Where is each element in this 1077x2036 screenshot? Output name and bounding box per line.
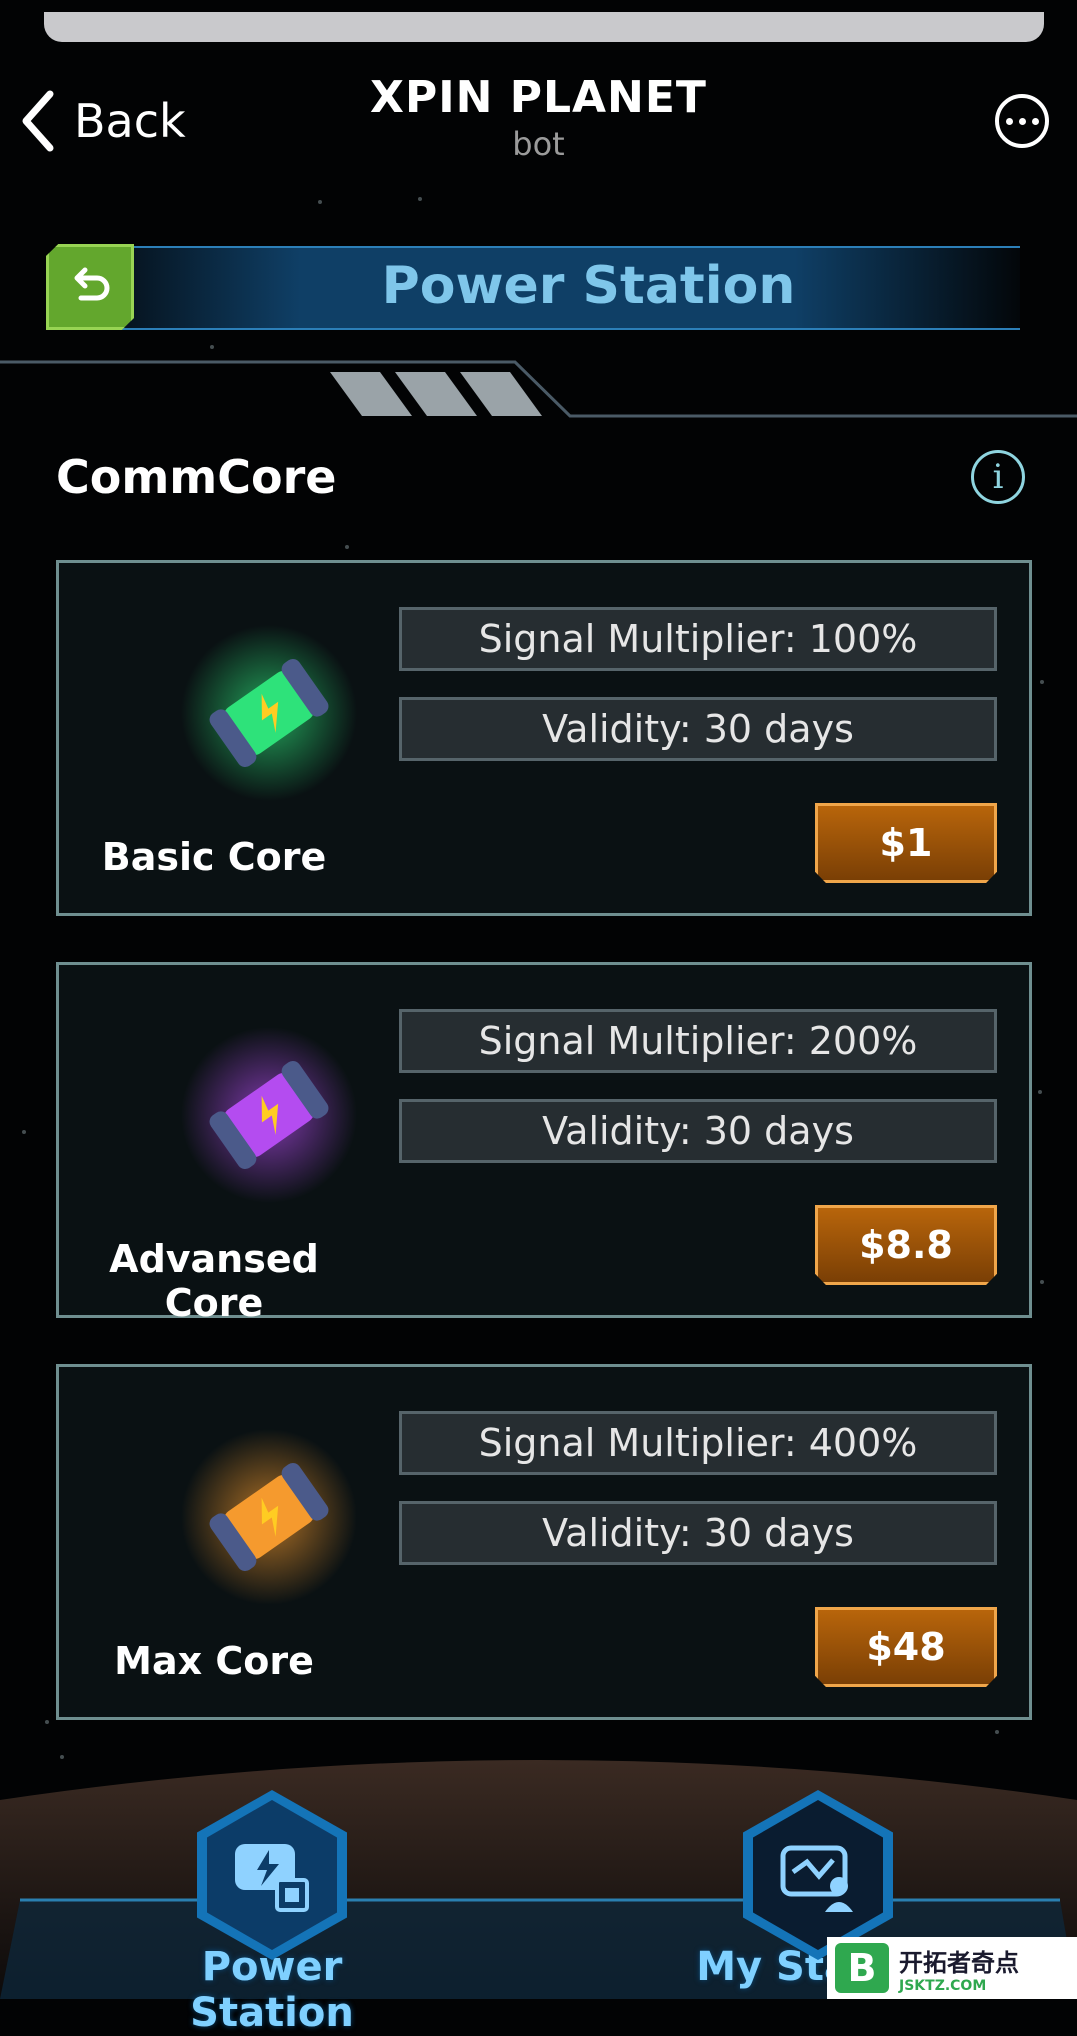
watermark-site: JSKTZ.COM [899, 1977, 987, 1994]
power-station-icon [235, 1844, 309, 1912]
core-name: Max Core [114, 1639, 314, 1683]
hex-frame [197, 1790, 347, 1960]
hex-inner [753, 1800, 883, 1950]
signal-multiplier: Signal Multiplier: 400% [399, 1411, 997, 1475]
battery-core-icon [181, 1027, 357, 1203]
buy-price-button[interactable]: $8.8 [815, 1205, 997, 1285]
battery-core-icon [181, 625, 357, 801]
core-name: Basic Core [101, 835, 327, 879]
app-header: Back XPIN PLANET bot [0, 60, 1077, 170]
core-name: Advansed Core [109, 1237, 319, 1325]
dot-icon [1031, 117, 1039, 125]
info-icon[interactable]: i [971, 450, 1025, 504]
watermark-title: 开拓者奇点 [899, 1948, 1019, 1977]
core-card-max: Max Core Signal Multiplier: 400% Validit… [56, 1364, 1032, 1720]
validity: Validity: 30 days [399, 1099, 997, 1163]
page-banner: Power Station [0, 240, 1077, 330]
more-options-button[interactable] [995, 94, 1049, 148]
status-bar-pill [44, 12, 1044, 42]
battery-core-icon [181, 1429, 357, 1605]
core-card-basic: Basic Core Signal Multiplier: 100% Valid… [56, 560, 1032, 916]
watermark-text: 开拓者奇点 JSKTZ.COM [899, 1943, 1019, 1994]
page-title: Power Station [381, 256, 796, 316]
signal-multiplier: Signal Multiplier: 100% [399, 607, 997, 671]
dot-icon [1005, 117, 1013, 125]
app-title: XPIN PLANET [370, 72, 707, 123]
watermark: B 开拓者奇点 JSKTZ.COM [827, 1937, 1077, 1999]
my-station-icon [780, 1845, 853, 1912]
core-card-advanced: Advansed Core Signal Multiplier: 200% Va… [56, 962, 1032, 1325]
nav-power-station[interactable]: Power Station [122, 1790, 422, 2036]
dot-icon [1018, 117, 1026, 125]
section-title: CommCore [56, 450, 337, 504]
signal-multiplier: Signal Multiplier: 200% [399, 1009, 997, 1073]
app-subtitle: bot [512, 125, 565, 163]
validity: Validity: 30 days [399, 697, 997, 761]
decorative-divider [0, 360, 1077, 418]
hex-frame [743, 1790, 893, 1960]
buy-price-button[interactable]: $48 [815, 1607, 997, 1687]
watermark-logo-icon: B [835, 1943, 889, 1993]
hex-inner [207, 1800, 337, 1950]
validity: Validity: 30 days [399, 1501, 997, 1565]
title-block: XPIN PLANET bot [0, 72, 1077, 163]
buy-price-button[interactable]: $1 [815, 803, 997, 883]
